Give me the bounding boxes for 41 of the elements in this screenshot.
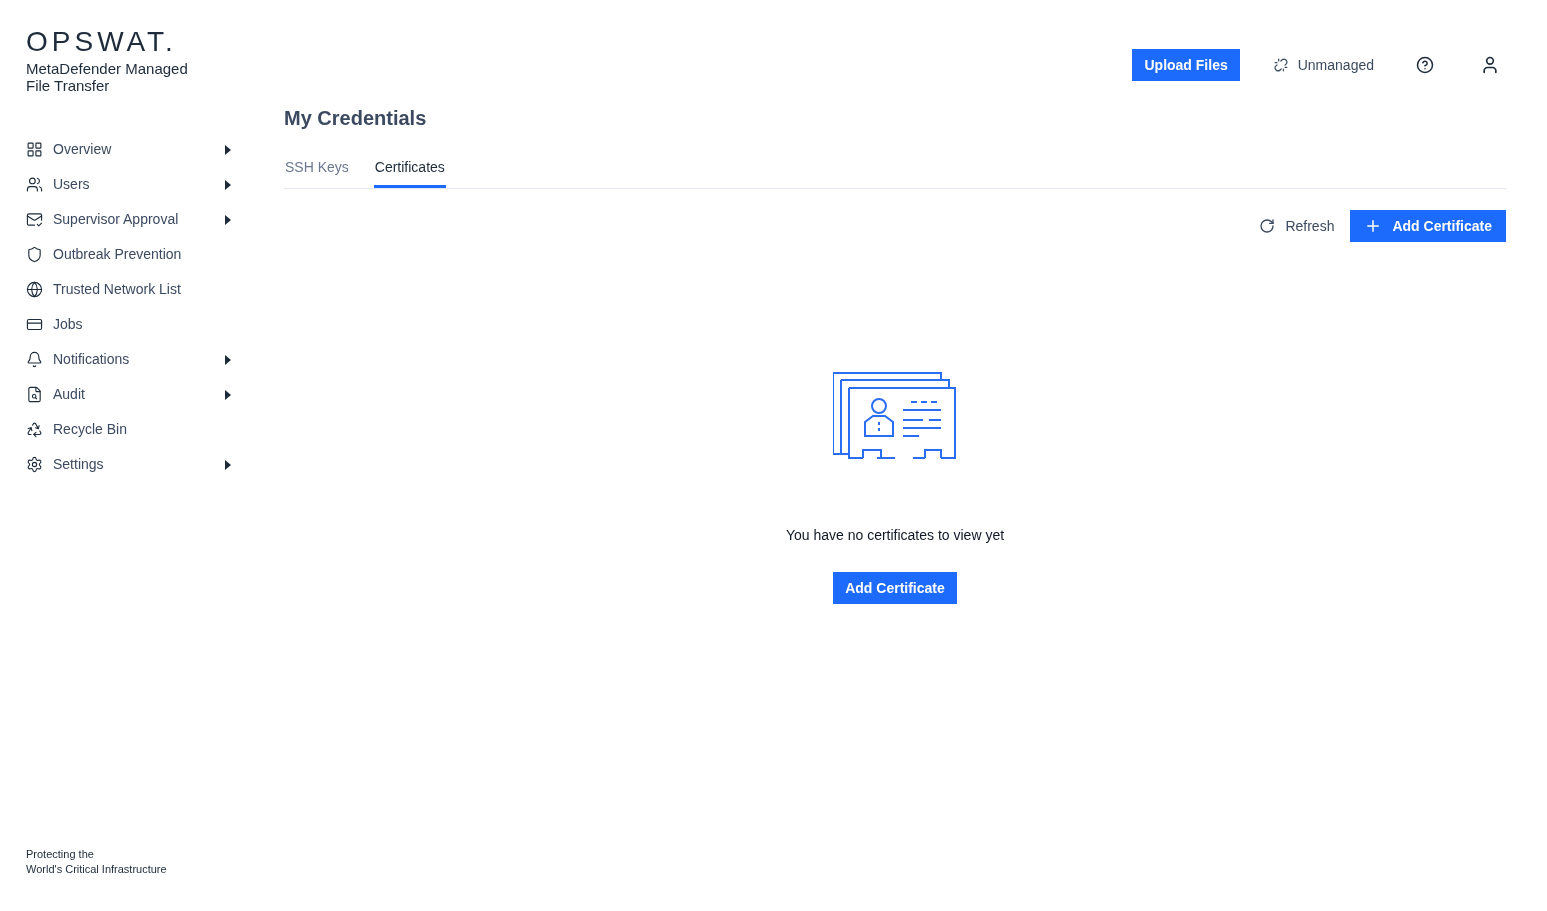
caret-icon — [225, 354, 231, 365]
sidebar-item[interactable]: Settings — [26, 447, 231, 482]
status-link[interactable]: Unmanaged — [1273, 54, 1374, 76]
shield-icon — [26, 246, 43, 263]
unlink-icon — [1273, 58, 1288, 72]
caret-icon — [225, 214, 231, 225]
tagline: Protecting the — [26, 847, 95, 862]
refresh-button[interactable]: Refresh — [1259, 210, 1335, 242]
caret-icon — [225, 459, 231, 470]
tab[interactable]: SSH Keys — [284, 157, 350, 188]
settings-icon — [26, 456, 43, 473]
product-name: MetaDefender Managed File Transfer — [26, 60, 189, 94]
sidebar-item[interactable]: Jobs — [26, 307, 231, 342]
bell-icon — [26, 351, 43, 368]
user-icon[interactable] — [1480, 55, 1500, 75]
caret-icon — [225, 389, 231, 400]
globe-icon — [26, 281, 43, 298]
sidebar-item[interactable]: Overview — [26, 132, 231, 167]
page-title: My Credentials — [284, 106, 428, 131]
add-certificate-button[interactable]: Add Certificate — [1350, 210, 1506, 242]
document-icon — [26, 386, 43, 403]
sidebar-item[interactable]: Outbreak Prevention — [26, 237, 231, 272]
users-icon — [26, 176, 43, 193]
sidebar-item[interactable]: Trusted Network List — [26, 272, 231, 307]
add-certificate-button[interactable]: Add Certificate — [833, 572, 957, 604]
logo: OPSWAT. — [26, 28, 178, 56]
refresh-icon — [1259, 218, 1276, 234]
tagline: World's Critical Infrastructure — [26, 862, 168, 877]
grid-icon — [26, 141, 43, 158]
sidebar-item[interactable]: Recycle Bin — [26, 412, 231, 447]
sidebar-item[interactable]: Audit — [26, 377, 231, 412]
sidebar-item[interactable]: Notifications — [26, 342, 231, 377]
recycle-icon — [26, 421, 43, 438]
sidebar-item[interactable]: Supervisor Approval — [26, 202, 231, 237]
caret-icon — [225, 144, 231, 155]
help-icon[interactable] — [1416, 56, 1434, 74]
sidebar-item[interactable]: Users — [26, 167, 231, 202]
caret-icon — [225, 179, 231, 190]
empty-state-message: You have no certificates to view yet — [785, 526, 1005, 545]
tab[interactable]: Certificates — [373, 157, 446, 188]
upload-files-button[interactable]: Upload Files — [1132, 49, 1240, 81]
